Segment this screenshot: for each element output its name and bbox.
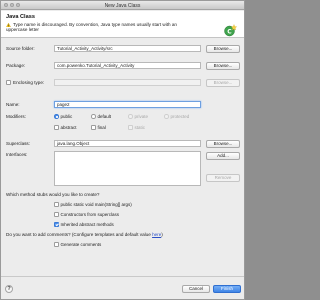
warning-message: Type name is discouraged. By convention,… [6,22,177,33]
protected-radio[interactable] [164,114,169,119]
wizard-header: Java Class Type name is discouraged. By … [1,11,244,38]
package-browse-button[interactable]: Browse... [206,61,240,70]
enclosing-type-input[interactable] [54,79,201,86]
default-radio[interactable] [91,114,96,119]
generate-comments-label: Generate comments [60,241,102,247]
superclass-browse-button[interactable]: Browse... [206,139,240,148]
superclass-label: Superclass: [6,141,31,146]
public-radio[interactable] [54,114,59,119]
source-folder-label: Source folder: [6,46,35,51]
modifiers-label: Modifiers: [6,114,26,119]
main-method-checkbox[interactable] [54,202,59,207]
inherited-methods-label: Inherited abstract methods [60,221,114,227]
name-label: Name: [6,102,20,107]
constructors-label: Constructors from superclass [60,211,120,217]
final-checkbox-label: final [97,124,106,130]
enclosing-type-label: Enclosing type: [13,79,45,85]
new-class-wizard-icon: C [224,24,237,37]
method-stubs-question: Which method stubs would you like to cre… [6,192,100,197]
svg-text:C: C [227,28,232,35]
constructors-checkbox[interactable] [54,212,59,217]
inherited-methods-checkbox[interactable] [54,222,59,227]
interfaces-label: Interfaces: [6,152,28,157]
help-icon[interactable]: ? [5,285,13,293]
private-radio-label: private [134,113,149,119]
footer-separator [1,276,244,277]
enclosing-type-browse-button[interactable]: Browse... [206,78,240,87]
comments-question-text: Do you want to add comments? (Configure … [6,231,153,237]
package-input[interactable]: com.powenko.Tutorial_Activity_Activity [54,62,201,69]
comments-question-end: ) [161,231,163,237]
interfaces-list[interactable] [54,151,201,186]
static-checkbox-label: static [134,124,146,130]
superclass-input[interactable]: java.lang.Object [54,140,201,147]
title-bar: New Java Class [1,1,244,10]
abstract-checkbox-label: abstract [60,124,77,130]
generate-comments-checkbox[interactable] [54,242,59,247]
name-input[interactable]: page2 [54,101,201,108]
page-title: Java Class [6,14,35,20]
final-checkbox[interactable] [91,125,96,130]
source-folder-input[interactable]: Tutorial_Activity_Activity/src [54,45,201,52]
remove-interface-button[interactable]: Remove [206,174,240,182]
finish-button[interactable]: Finish [213,285,241,293]
enclosing-type-checkbox[interactable] [6,80,11,85]
public-radio-label: public [60,113,73,119]
default-radio-label: default [97,113,112,119]
new-java-class-dialog: New Java Class Java Class Type name is d… [0,0,245,300]
add-interface-button[interactable]: Add... [206,152,240,160]
source-folder-browse-button[interactable]: Browse... [206,44,240,53]
templates-link[interactable]: here [152,232,161,237]
package-label: Package: [6,63,26,68]
main-method-label: public static void main(String[] args) [60,201,132,207]
window-title: New Java Class [104,2,141,9]
protected-radio-label: protected [170,113,190,119]
static-checkbox[interactable] [128,125,133,130]
cancel-button[interactable]: Cancel [182,285,210,293]
abstract-checkbox[interactable] [54,125,59,130]
private-radio[interactable] [128,114,133,119]
comments-question: Do you want to add comments? (Configure … [6,232,163,237]
